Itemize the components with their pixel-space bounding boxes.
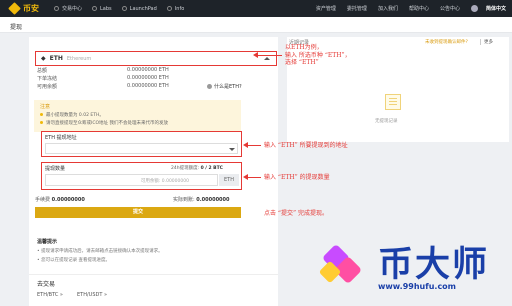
annotation-address: 输入 “ETH” 所要提现到的地址 [264, 142, 348, 149]
top-nav-bar: 币安 交易中心 Labs LaunchPad Info 资产管理 委托管理 加入… [0, 0, 512, 17]
balance-label: 下单冻结 [37, 76, 58, 82]
main-nav: 交易中心 Labs LaunchPad Info [44, 5, 184, 12]
arrow-line [257, 55, 282, 56]
notice-box: 注意 最小提现数量为 0.02 ETH。 请勿直接提现至众筹或ICO地址 我们不… [34, 100, 241, 132]
logo[interactable]: 币安 [8, 2, 44, 15]
logo-text: 币安 [23, 4, 39, 13]
fee-row: 手续费 0.00000000 [35, 197, 85, 203]
coin-name: Ethereum [66, 55, 92, 62]
chevron-down-icon[interactable] [229, 148, 235, 151]
address-field-group: ETH 提现地址 [41, 131, 242, 157]
balance-total-row: 总额 0.00000000 ETH [37, 67, 169, 74]
go-trade-title: 去交易 [37, 281, 56, 288]
no-email-link[interactable]: 未收到提现确认邮件? [425, 39, 468, 45]
amount-label: 提现数量 [45, 166, 66, 172]
user-avatar-icon[interactable] [470, 5, 478, 12]
page-title: 提现 [10, 24, 23, 31]
bullet-icon [40, 121, 43, 124]
tip-line: • 提现请求申请成功后，请去邮箱点击链接确认本次提现请求。 [37, 249, 163, 254]
submit-button[interactable]: 提交 [35, 207, 241, 218]
page-title-bar: 提现 [0, 17, 512, 33]
globe-icon [54, 6, 59, 11]
notice-title: 注意 [40, 104, 51, 110]
tips-section: 温馨提示 • 提现请求申请成功后，请去邮箱点击链接确认本次提现请求。 • 您可以… [37, 238, 163, 263]
chevron-up-icon [264, 57, 270, 60]
nav-join-us[interactable]: 加入我们 [378, 5, 398, 12]
notice-line: 最小提现数量为 0.02 ETH。 [40, 112, 104, 118]
watermark-url: www.99hufu.com [378, 282, 457, 291]
nav-announcements[interactable]: 公告中心 [440, 5, 460, 12]
coin-symbol: ETH [49, 55, 63, 62]
balance-value: 0.00000000 ETH [127, 75, 169, 81]
language-selector[interactable]: 简体中文 [486, 5, 506, 12]
go-trade-section: 去交易 ETH/BTC » ETH/USDT » [29, 274, 278, 306]
notice-line: 请勿直接提现至众筹或ICO地址 我们不会处理未来代币的发放 [40, 120, 168, 126]
balance-frozen-row: 下单冻结 0.00000000 ETH [37, 75, 169, 82]
balance-available-row: 可用余额 0.00000000 ETH [37, 83, 169, 90]
more-link[interactable]: 更多 [484, 39, 493, 45]
annotation-line: 输入 所选币种 “ETH”， [285, 51, 351, 59]
address-label: ETH 提现地址 [45, 135, 77, 141]
tips-title: 温馨提示 [37, 239, 58, 245]
pair-link-eth-btc[interactable]: ETH/BTC » [37, 292, 63, 298]
amount-field-group: 提现数量 24h提现额度: 0 / 2 BTC 可用余额: 0.00000000… [41, 162, 242, 190]
address-input[interactable] [45, 143, 238, 154]
annotation-line: 选择 “ETH” [285, 59, 319, 66]
balance-label: 总额 [37, 68, 48, 74]
annotation-submit: 点击 “提交” 完成提现。 [264, 210, 328, 217]
amount-input[interactable] [45, 174, 218, 186]
available-hint: 可用余额: 0.00000000 [140, 179, 189, 184]
nav-order-management[interactable]: 委托管理 [347, 5, 367, 12]
watermark-text: 币大师 [378, 245, 490, 285]
question-icon [207, 84, 212, 89]
watermark: 币大师 www.99hufu.com [318, 236, 510, 306]
balance-value: 0.00000000 ETH [127, 67, 169, 73]
nav-help-center[interactable]: 帮助中心 [409, 5, 429, 12]
pair-link-eth-usdt[interactable]: ETH/USDT » [77, 292, 107, 298]
divider [480, 39, 481, 45]
arrow-line [247, 177, 261, 178]
labs-icon [92, 6, 98, 11]
empty-records-text: 无提现记录 [375, 119, 398, 124]
receive-row: 实际到账: 0.00000000 [173, 197, 230, 203]
nav-launchpad[interactable]: LaunchPad [121, 6, 157, 12]
watermark-logo-icon [318, 242, 368, 288]
nav-info[interactable]: Info [166, 6, 184, 12]
arrow-line [247, 145, 261, 146]
info-icon [166, 6, 172, 11]
nav-asset-management[interactable]: 资产管理 [316, 5, 336, 12]
tip-line: • 您可以在提现记录 查看提现进度。 [37, 258, 111, 263]
eth-icon: ◆ [41, 55, 46, 62]
nav-trade-center[interactable]: 交易中心 [54, 5, 82, 12]
right-nav: 资产管理 委托管理 加入我们 帮助中心 公告中心 简体中文 [305, 0, 506, 17]
bullet-icon [40, 113, 43, 116]
coin-select[interactable]: ◆ ETH Ethereum [35, 51, 277, 66]
daily-limit: 24h提现额度: 0 / 2 BTC [171, 166, 223, 171]
annotation-select-coin: 以ETH为例， 输入 所选币种 “ETH”， 选择 “ETH” [285, 44, 351, 67]
rocket-icon [121, 6, 127, 11]
empty-records-icon [385, 94, 401, 110]
amount-unit: ETH [219, 174, 239, 186]
nav-labs[interactable]: Labs [92, 6, 112, 12]
balance-label: 可用余额 [37, 84, 58, 90]
balance-value: 0.00000000 ETH [127, 83, 169, 89]
annotation-amount: 输入 “ETH” 的提现数量 [264, 174, 330, 181]
annotation-line: 以ETH为例， [285, 44, 323, 51]
logo-icon [8, 2, 21, 15]
what-is-eth-link[interactable]: 什么是ETH? [207, 83, 242, 90]
